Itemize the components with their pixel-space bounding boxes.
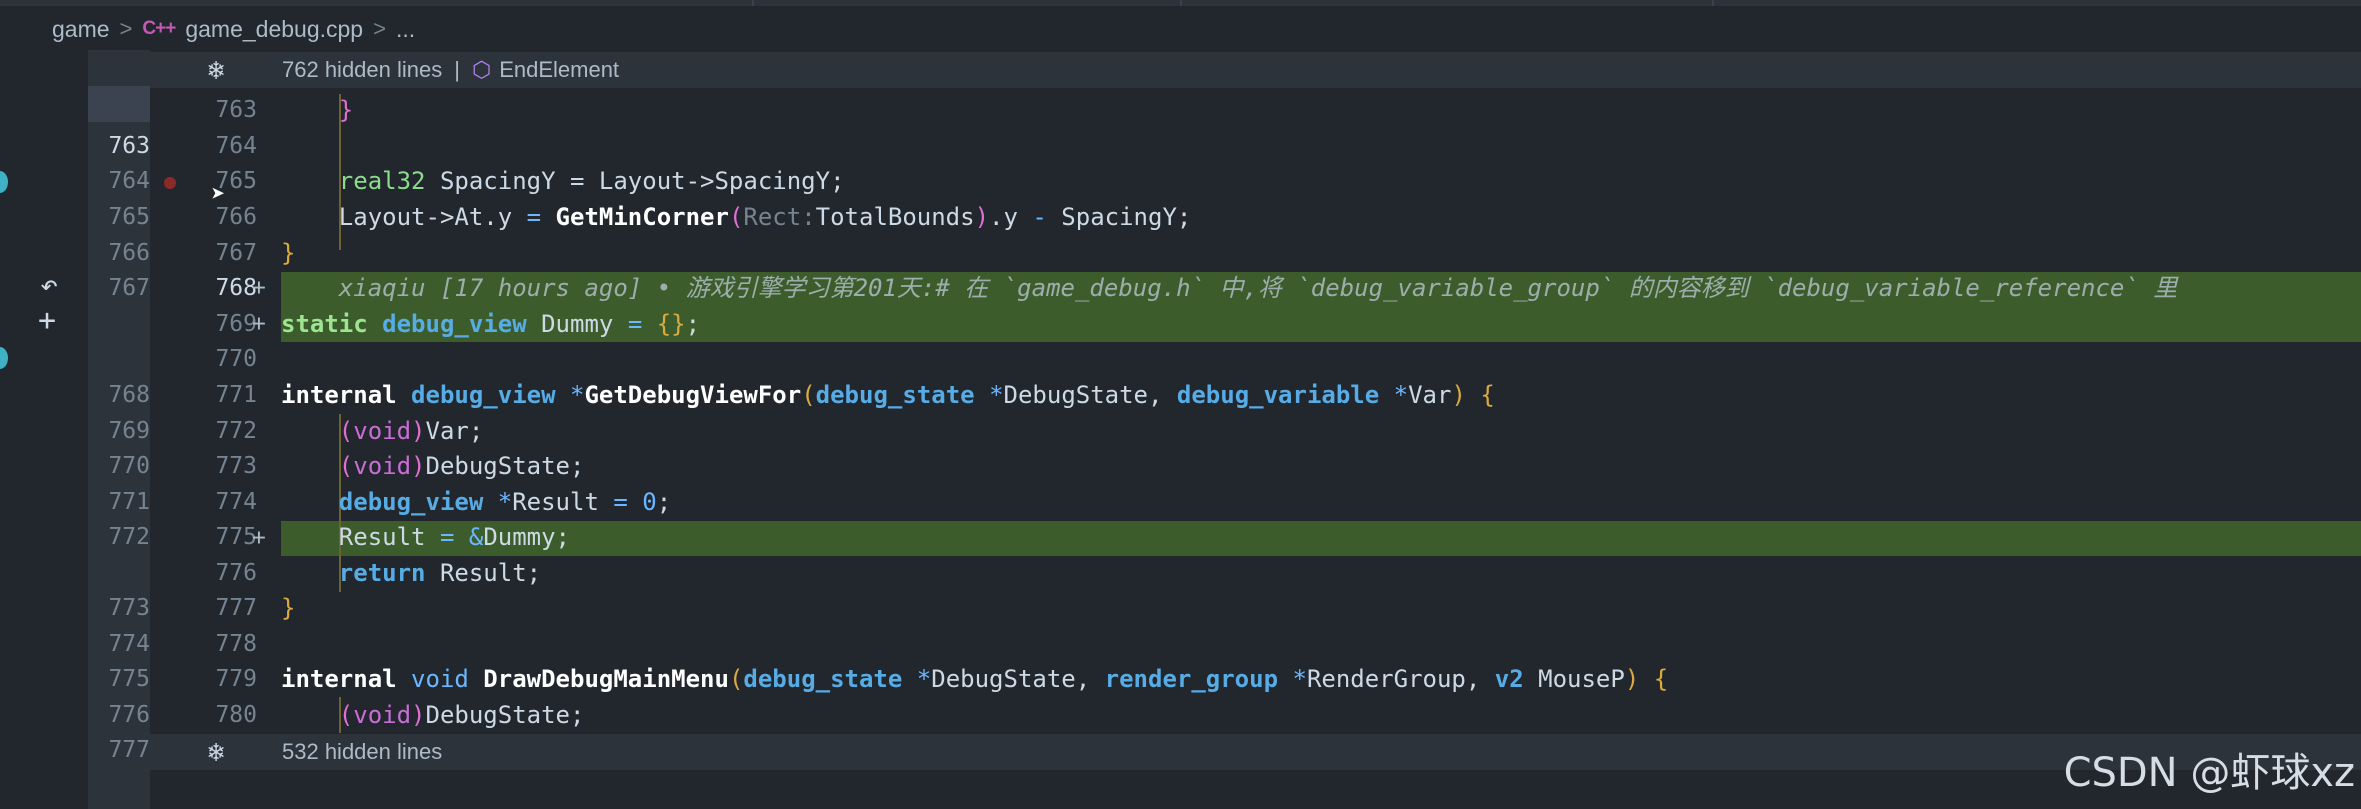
snowflake-icon[interactable]: ❄ [150,55,282,86]
code-line[interactable]: debug_view *Result = 0; [281,485,671,520]
old-line-number: 770 [108,453,150,479]
new-line-number: 770 [215,346,257,372]
undo-icon[interactable]: ↶ [40,268,58,303]
hidden-lines-label[interactable]: 762 hidden lines [282,57,442,83]
new-line-number: 765 [215,168,257,194]
old-line-number: 776 [108,702,150,728]
new-line-number: 777 [215,595,257,621]
tab-divider [1712,0,1714,6]
new-line-number: 763 [215,97,257,123]
code-line[interactable]: Layout->At.y = GetMinCorner(Rect:TotalBo… [281,200,1192,235]
old-line-number: 773 [108,595,150,621]
old-line-number: 771 [108,489,150,515]
code-line[interactable]: } [281,236,295,271]
code-line[interactable]: (void)DebugState; [281,698,585,733]
breadcrumb-folder[interactable]: game [52,16,110,43]
title-bar-strip [0,0,2361,6]
scroll-indicator-dot [0,171,8,193]
breadcrumb-file[interactable]: game_debug.cpp [185,16,363,43]
new-line-number: 780 [215,702,257,728]
code-line[interactable]: real32 SpacingY = Layout->SpacingY; [281,164,845,199]
new-line-number: 766 [215,204,257,230]
added-line-highlight [281,521,2361,556]
code-line[interactable]: } [281,591,295,626]
watermark: CSDN @虾球xz [2063,750,2355,796]
code-line[interactable]: internal debug_view *GetDebugViewFor(deb… [281,378,1495,413]
code-line[interactable]: static debug_view Dummy = {}; [281,307,700,342]
code-line[interactable]: (void)Var; [281,414,484,449]
cube-icon: ⬡ [471,57,492,83]
new-line-number: 767 [215,240,257,266]
added-line-marker: + [252,275,266,301]
old-line-number: 772 [108,524,150,550]
new-line-number: 773 [215,453,257,479]
symbol-name[interactable]: EndElement [499,57,619,83]
chevron-right-icon: > [119,16,133,41]
old-line-number: 777 [108,737,150,763]
gutter-gap-block [88,86,150,122]
old-line-number: 765 [108,204,150,230]
old-line-number: 775 [108,666,150,692]
old-line-number: 766 [108,240,150,266]
new-line-number: 776 [215,560,257,586]
old-line-number: 768 [108,382,150,408]
hidden-lines-bar-top[interactable]: ❄ 762 hidden lines | ⬡ EndElement [150,52,2361,88]
breadcrumb: game > C++ game_debug.cpp > ... [52,12,415,46]
chevron-right-icon: > [373,16,386,41]
scroll-indicator-dot [0,347,8,369]
old-line-number: 767 [108,275,150,301]
added-line-marker: + [252,311,266,337]
mouse-cursor-icon: ➤ [211,180,226,208]
git-blame-annotation: xiaqiu [17 hours ago] • 游戏引擎学习第201天:# 在 … [338,274,2178,302]
new-line-number: 772 [215,418,257,444]
old-line-number: 774 [108,631,150,657]
code-line[interactable]: return Result; [281,556,541,591]
hidden-lines-bar-bottom[interactable]: ❄ 532 hidden lines [150,734,2361,770]
code-line[interactable]: Result = &Dummy; [281,520,570,555]
new-line-number: 769 [215,311,257,337]
hidden-lines-label[interactable]: 532 hidden lines [282,739,442,765]
added-line-marker: + [252,525,266,551]
tab-divider [752,0,754,6]
tab-divider [1180,0,1182,6]
code-line[interactable]: internal void DrawDebugMainMenu(debug_st… [281,662,1668,697]
old-line-number: 764 [108,168,150,194]
new-line-number: 778 [215,631,257,657]
cpp-file-icon: C++ [142,18,176,39]
new-line-number: 764 [215,133,257,159]
new-line-number: 779 [215,666,257,692]
new-line-number: 768 [215,275,257,301]
code-line[interactable]: (void)DebugState; [281,449,585,484]
new-line-number: 771 [215,382,257,408]
breadcrumb-ellipsis[interactable]: ... [396,16,415,43]
separator: | [454,57,460,82]
new-line-number: 775 [215,524,257,550]
old-line-number: 769 [108,418,150,444]
breakpoint-dot[interactable] [164,177,176,189]
new-line-number: 774 [215,489,257,515]
snowflake-icon[interactable]: ❄ [150,737,282,768]
plus-icon[interactable]: + [38,303,56,338]
code-line[interactable]: } [281,93,353,128]
old-line-number: 763 [108,133,150,159]
